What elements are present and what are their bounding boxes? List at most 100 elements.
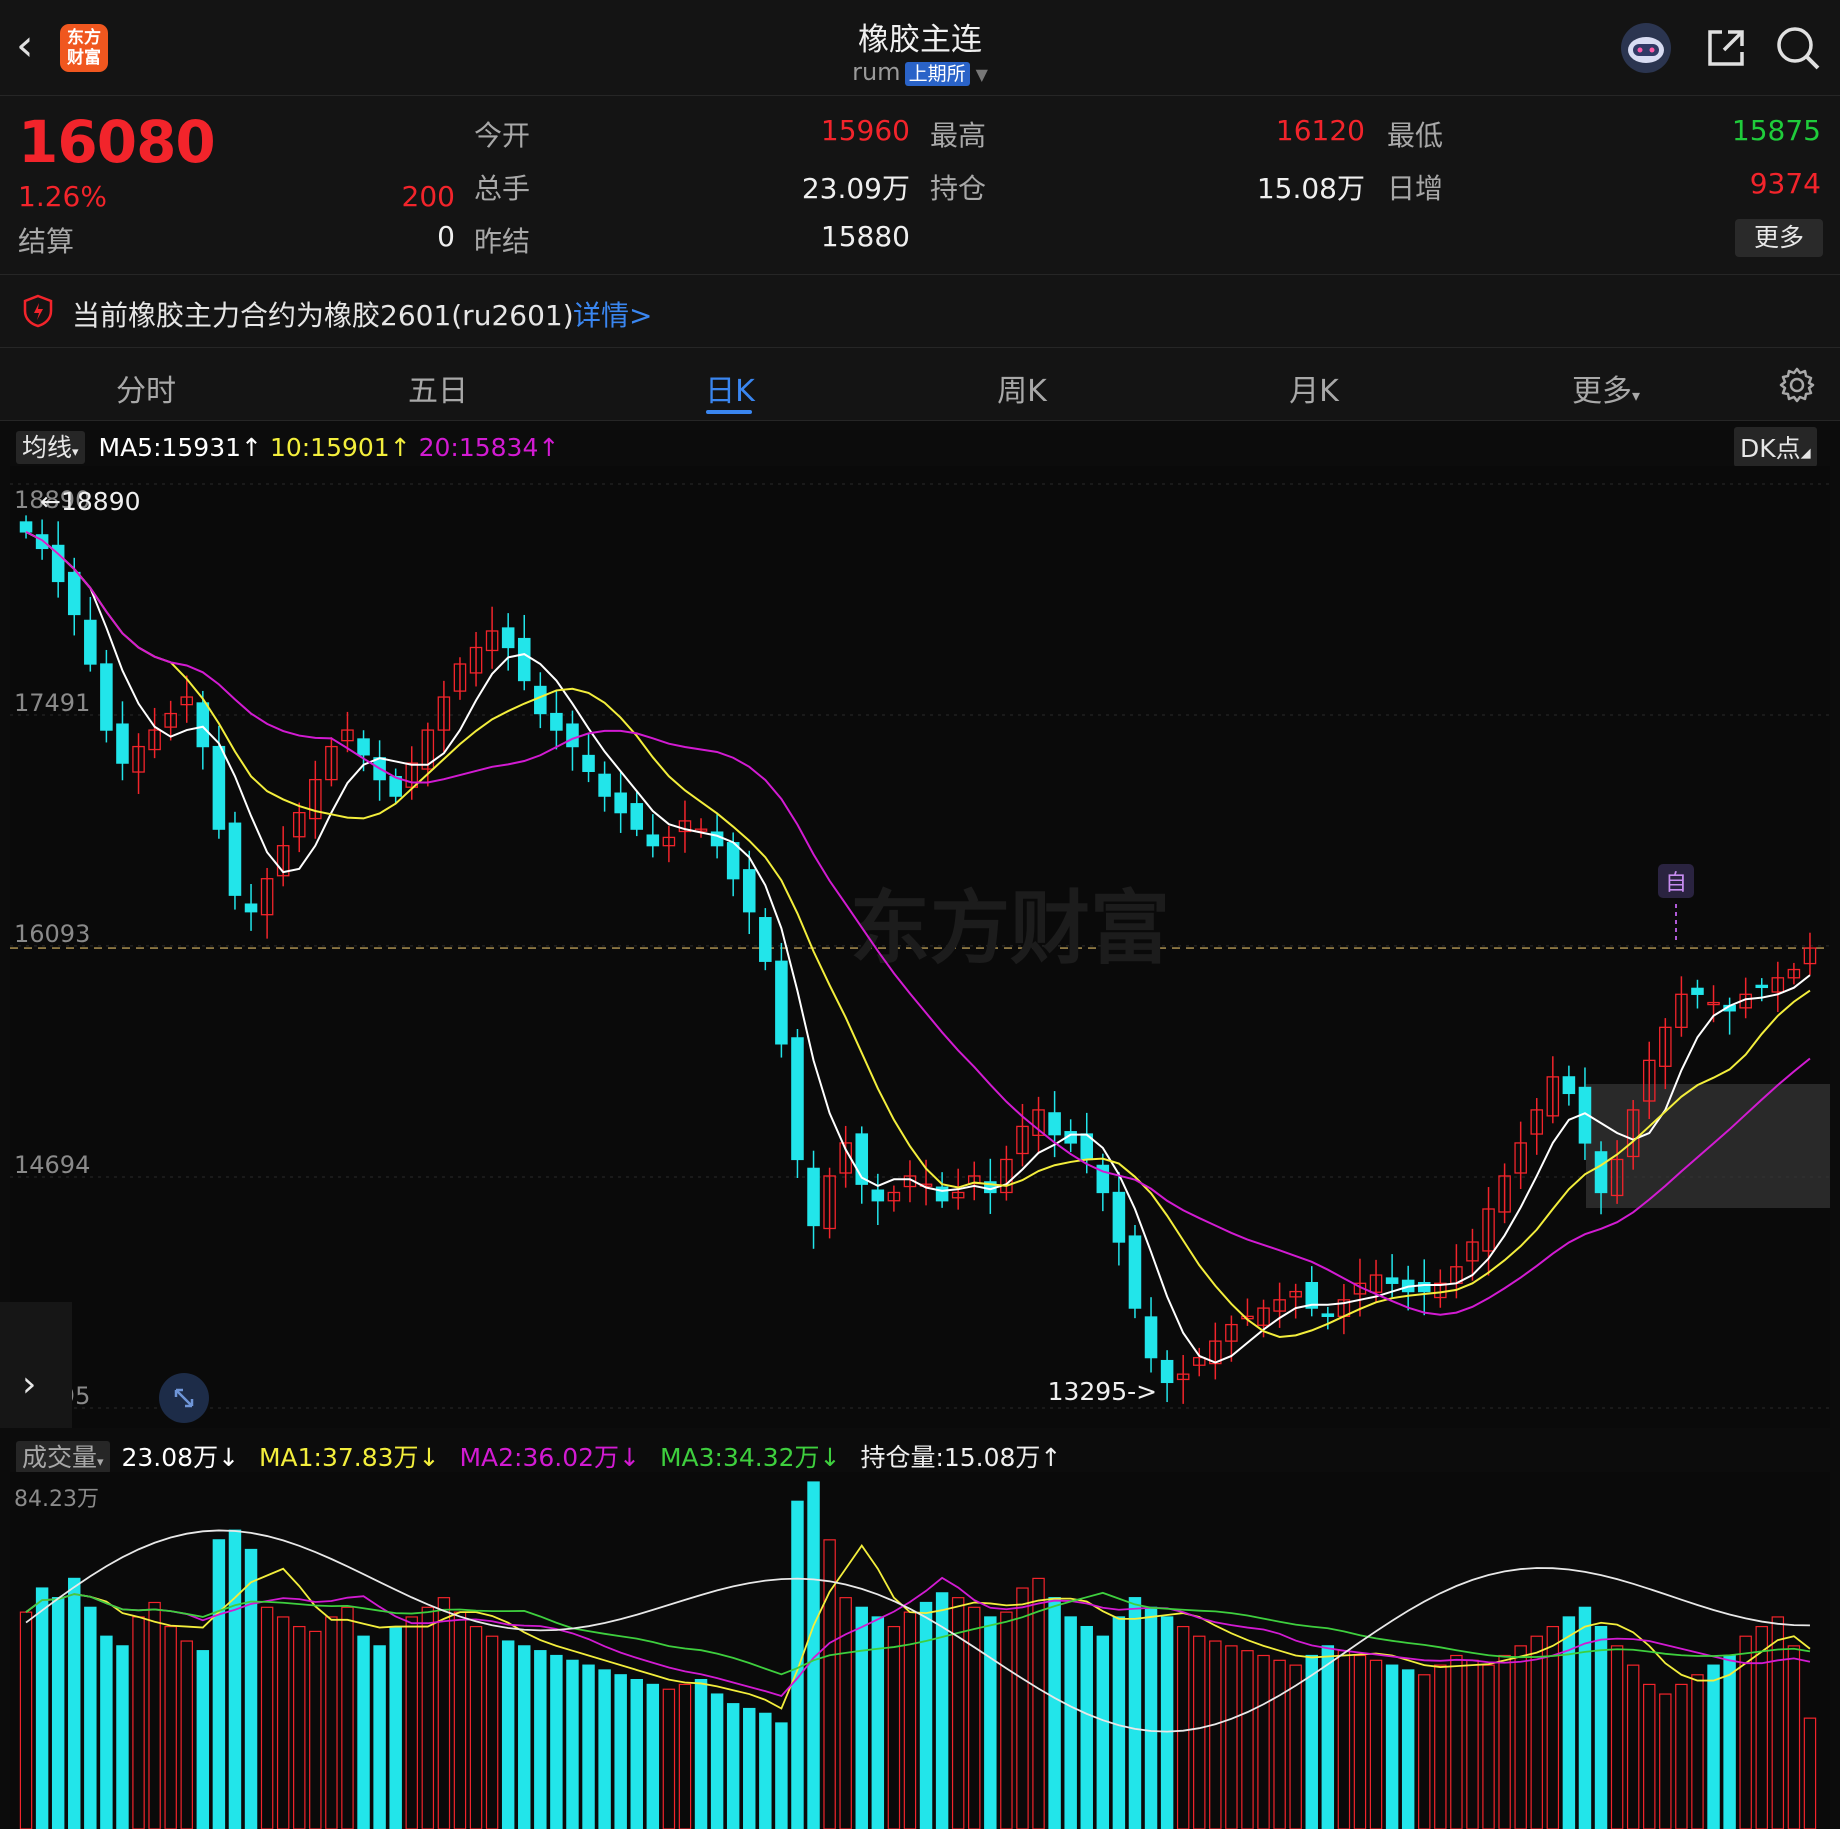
ma-selector-label: 均线 [22, 433, 73, 462]
volume-bar-down [1305, 1654, 1318, 1829]
oi-value: 15.08万 [1256, 172, 1365, 205]
candle-down [19, 521, 33, 533]
page-title: 橡胶主连 [858, 22, 982, 58]
share-icon[interactable] [1700, 22, 1752, 74]
volume-bar-down [855, 1606, 868, 1829]
prev-settle-label: 昨结 [474, 225, 531, 258]
volume-selector[interactable]: 成交量▾ [16, 1441, 110, 1474]
corner-triangle-icon: ◢ [1800, 446, 1811, 461]
volume-bar-down [534, 1650, 547, 1829]
robot-icon[interactable] [1620, 22, 1672, 74]
chevron-down-icon: ▼ [975, 65, 988, 84]
notice-text: 当前橡胶主力合约为橡胶2601(ru2601) [72, 299, 574, 332]
more-button[interactable]: 更多 [1735, 219, 1823, 257]
volume-bar-down [518, 1645, 531, 1829]
tab-daily-k[interactable]: 日K [655, 366, 805, 410]
expand-arrow-icon[interactable]: › [22, 1364, 36, 1405]
volume-value: 23.09万 [801, 172, 910, 205]
y-tick-label: 16093 [14, 920, 90, 948]
ma-selector[interactable]: 均线▾ [16, 431, 85, 464]
volume-bar-down [212, 1539, 226, 1829]
volume-bar-down [116, 1645, 129, 1829]
tab-more[interactable]: 更多▾ [1531, 366, 1681, 410]
caret-down-icon: ▾ [1631, 386, 1641, 405]
volume-label: 总手 [474, 172, 531, 205]
low-label: 最低 [1387, 119, 1444, 152]
tab-monthly-k[interactable]: 月K [1239, 366, 1389, 410]
volume-indicator-row: 成交量▾ 23.08万↓ MA1:37.83万↓ MA2:36.02万↓ MA3… [16, 1438, 1061, 1474]
candle-down [100, 663, 113, 731]
candle-down [775, 960, 788, 1045]
volume-bar-down [743, 1707, 756, 1829]
candle-down [1321, 1313, 1335, 1317]
ma-indicator-row: 均线▾ MA5:15931↑ 10:15901↑ 20:15834↑ [16, 428, 559, 464]
tab-five-day[interactable]: 五日 [363, 366, 513, 410]
candle-down [742, 869, 756, 913]
candle-down [244, 903, 258, 913]
volume-bar-down [598, 1669, 611, 1829]
search-icon[interactable] [1772, 22, 1824, 74]
volume-bar-down [791, 1500, 804, 1829]
exchange-badge: 上期所 [904, 62, 970, 86]
volume-bar-down [614, 1674, 627, 1829]
candle-down [1112, 1191, 1126, 1243]
volume-bar-down [100, 1635, 113, 1829]
candle-down [1160, 1359, 1174, 1384]
settings-gear-icon[interactable] [1778, 366, 1816, 404]
volume-bar-down [646, 1683, 660, 1829]
volume-bar-down [984, 1616, 997, 1829]
volume-chart[interactable]: 84.23万 [10, 1472, 1830, 1829]
candle-down [871, 1189, 885, 1202]
volume-bar-down [1064, 1616, 1077, 1829]
volume-bar-down [1578, 1606, 1592, 1829]
vol-ma3-value: MA3:34.32万↓ [659, 1443, 841, 1472]
tab-intraday[interactable]: 分时 [71, 366, 221, 410]
contract-code[interactable]: rum 上期所 ▼ [0, 58, 1840, 86]
quote-panel [0, 96, 1840, 275]
volume-bar-down [919, 1601, 933, 1829]
caret-down-icon: ▾ [97, 1455, 104, 1470]
shield-alert-icon [23, 294, 53, 328]
candle-down [1594, 1151, 1608, 1194]
volume-selector-label: 成交量 [22, 1443, 98, 1472]
candle-down [1128, 1235, 1142, 1309]
volume-bar-down [1048, 1597, 1061, 1829]
volume-bar-down [630, 1678, 643, 1829]
ma20-value: 20:15834↑ [418, 433, 560, 462]
candle-down [517, 637, 531, 682]
last-price: 16080 [18, 108, 216, 176]
settle-value: 0 [437, 220, 455, 253]
notice-detail-link[interactable]: 详情> [573, 294, 652, 334]
change-percent: 1.26% [18, 180, 107, 213]
dk-point-button[interactable]: DK点◢ [1734, 427, 1817, 467]
volume-bar-down [1707, 1664, 1720, 1829]
tab-weekly-k[interactable]: 周K [947, 366, 1097, 410]
candle-down [807, 1167, 820, 1227]
volume-bar-down [389, 1625, 402, 1829]
candle-down [501, 627, 515, 649]
volume-bar-down [710, 1693, 724, 1829]
candlestick-chart[interactable]: 1889017491160931469413295 东方财富 ←18890132… [10, 466, 1830, 1428]
candle-down [1755, 984, 1769, 989]
fullscreen-icon[interactable] [158, 1372, 210, 1424]
volume-bar-down [373, 1645, 386, 1829]
volume-bar-down [501, 1640, 515, 1829]
vol-ma1-value: MA1:37.83万↓ [258, 1443, 440, 1472]
high-price-label: ←18890 [40, 487, 140, 516]
candle-down [791, 1037, 804, 1161]
volume-bar-down [1160, 1616, 1174, 1829]
volume-bar-down [1144, 1606, 1158, 1829]
candle-down [550, 712, 563, 731]
candle-down [84, 619, 97, 665]
prev-settle-value: 15880 [820, 220, 910, 253]
volume-bar-down [357, 1635, 370, 1829]
volume-bar-down [1112, 1616, 1126, 1829]
open-value: 15960 [820, 114, 910, 147]
candle-down [116, 723, 129, 764]
volume-bar-down [1080, 1625, 1093, 1829]
oi-label: 持仓 [930, 172, 987, 205]
y-tick-label: 14694 [14, 1151, 90, 1179]
candle-down [228, 822, 242, 896]
volume-bar-down [1321, 1645, 1335, 1829]
candle-down [67, 571, 81, 616]
